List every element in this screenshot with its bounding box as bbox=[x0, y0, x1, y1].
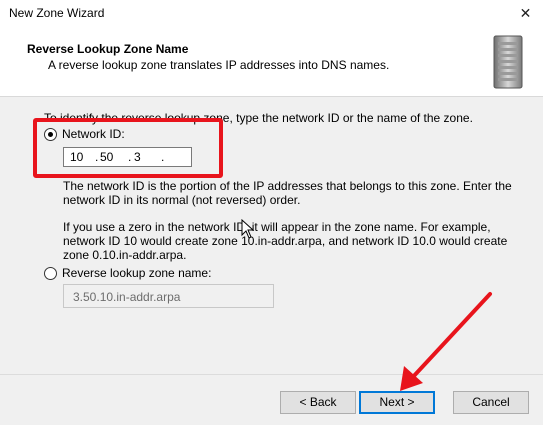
page-title: Reverse Lookup Zone Name bbox=[27, 42, 189, 56]
window-title: New Zone Wizard bbox=[9, 6, 105, 20]
network-id-help-line-2: network ID in its normal (not reversed) … bbox=[63, 193, 301, 207]
mouse-cursor-icon bbox=[241, 219, 255, 239]
wizard-header: Reverse Lookup Zone Name A reverse looku… bbox=[0, 26, 543, 97]
cancel-button[interactable]: Cancel bbox=[453, 391, 529, 414]
back-button[interactable]: < Back bbox=[280, 391, 356, 414]
server-icon bbox=[493, 35, 523, 89]
reverse-zone-label: Reverse lookup zone name: bbox=[62, 266, 212, 280]
annotation-highlight-box bbox=[33, 118, 223, 178]
network-id-help-line-1: The network ID is the portion of the IP … bbox=[63, 179, 512, 193]
title-bar: New Zone Wizard ✕ bbox=[0, 0, 543, 26]
zero-help-line-3: zone 0.10.in-addr.arpa. bbox=[63, 248, 187, 262]
reverse-zone-radio[interactable] bbox=[44, 267, 57, 280]
reverse-zone-input[interactable]: 3.50.10.in-addr.arpa bbox=[63, 284, 274, 308]
next-button[interactable]: Next > bbox=[359, 391, 435, 414]
page-subtitle: A reverse lookup zone translates IP addr… bbox=[48, 58, 390, 72]
new-zone-wizard-window: New Zone Wizard ✕ Reverse Lookup Zone Na… bbox=[0, 0, 543, 425]
zero-help-line-1: If you use a zero in the network ID, it … bbox=[63, 220, 491, 234]
zero-help-line-2: network ID 10 would create zone 10.in-ad… bbox=[63, 234, 508, 248]
close-icon[interactable]: ✕ bbox=[508, 0, 543, 26]
